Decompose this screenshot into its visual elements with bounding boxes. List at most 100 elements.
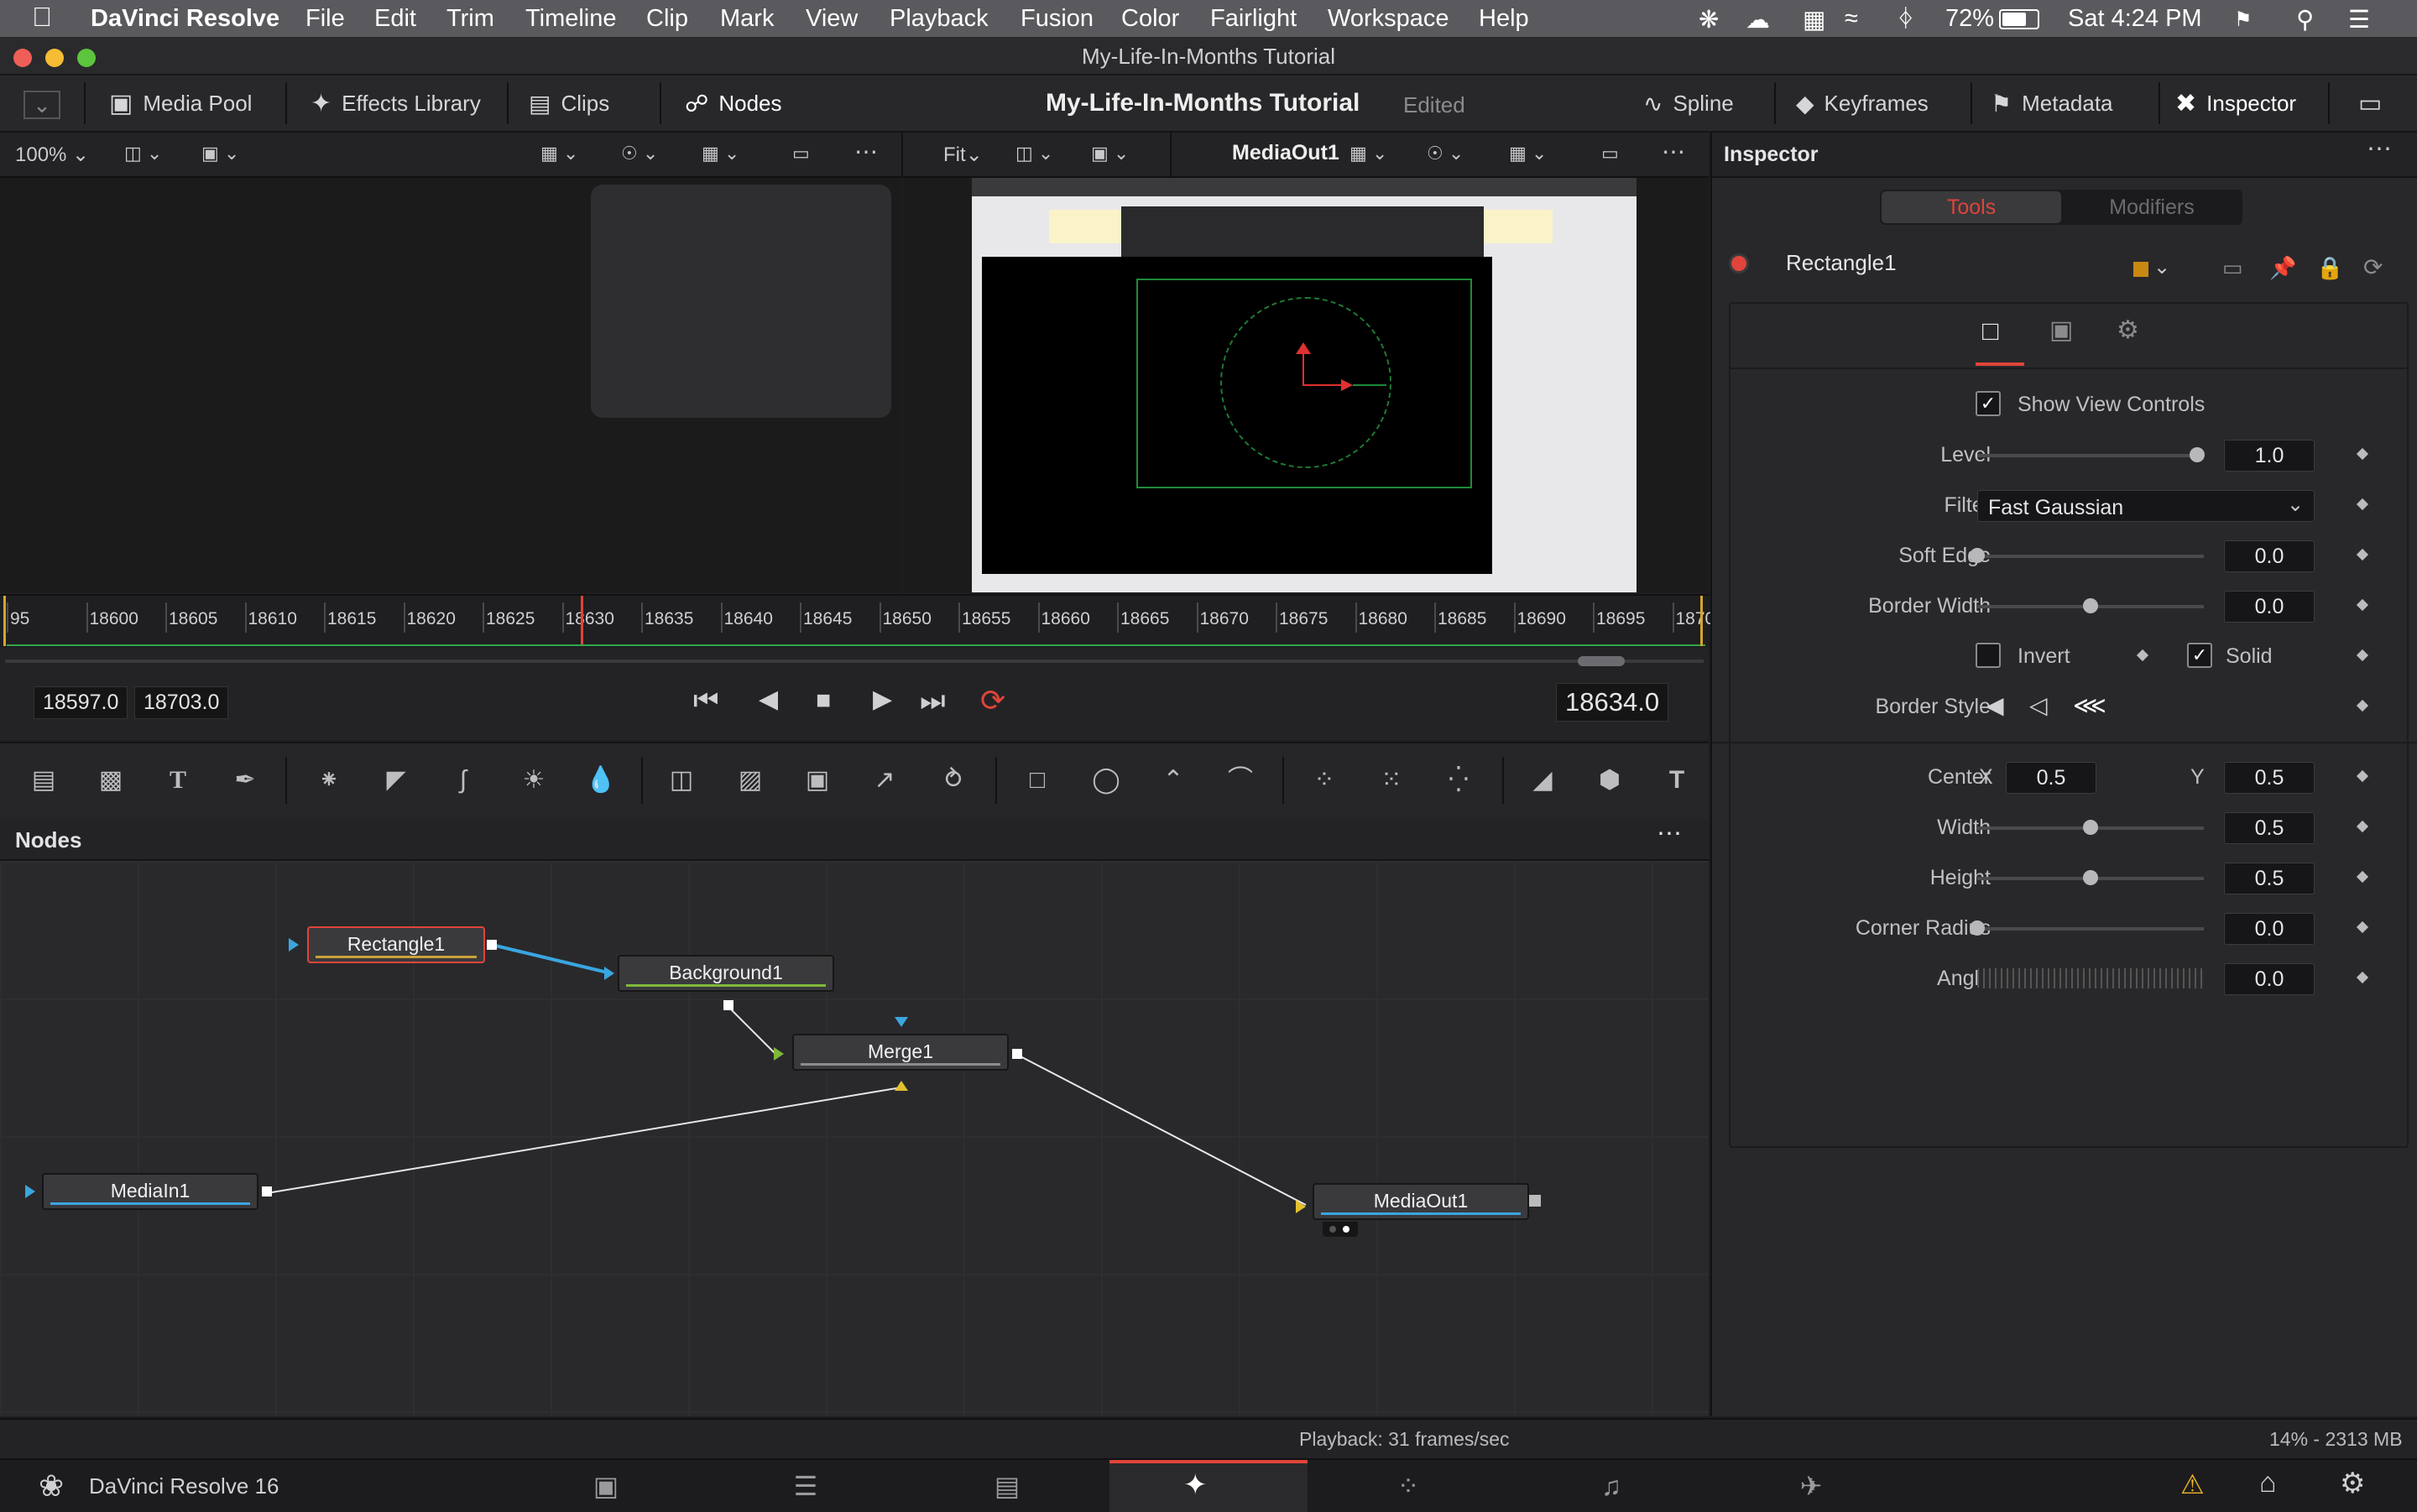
playhead[interactable]	[581, 596, 584, 646]
height-keyframe-icon[interactable]	[2356, 870, 2369, 884]
particle-render-icon[interactable]: ⁙	[1373, 762, 1410, 799]
tab-modifiers[interactable]: Modifiers	[2063, 191, 2241, 223]
border-style-miter-icon[interactable]: ⋘	[2073, 691, 2106, 719]
deliver-page-icon[interactable]: ✈	[1786, 1468, 1836, 1504]
menu-timeline[interactable]: Timeline	[525, 5, 617, 33]
render-end-field[interactable]: 18703.0	[134, 686, 229, 719]
settings-tab-icon[interactable]: ⚙	[2117, 315, 2139, 345]
menu-fusion[interactable]: Fusion	[1021, 5, 1094, 33]
control-center-icon[interactable]: ☰	[2348, 5, 2370, 34]
level-slider-knob[interactable]	[2189, 447, 2205, 462]
scroll-track[interactable]	[5, 660, 1704, 663]
tab-tools[interactable]: Tools	[1882, 191, 2061, 223]
panel-toggle-icon[interactable]: ⌄	[23, 91, 60, 119]
center-keyframe-icon[interactable]	[2356, 769, 2369, 783]
mediaout-input-triangle[interactable]	[1296, 1200, 1306, 1213]
background-mask-input-triangle[interactable]	[604, 967, 614, 980]
node-merge1[interactable]: Merge1	[792, 1034, 1009, 1071]
metadata-button[interactable]: ⚑ Metadata	[1991, 86, 2113, 121]
ellipse-mask-icon[interactable]: ◯	[1088, 762, 1125, 799]
right-color-channel-icon[interactable]: ☉ ⌄	[1427, 143, 1464, 164]
inspector-button[interactable]: ✖ Inspector	[2175, 86, 2296, 121]
right-checker-icon[interactable]: ▦ ⌄	[1349, 143, 1387, 164]
level-field[interactable]: 1.0	[2224, 440, 2315, 472]
angle-thumbwheel[interactable]	[1977, 968, 2204, 988]
border-style-keyframe-icon[interactable]	[2356, 699, 2369, 712]
flag-icon[interactable]: ⚑	[2234, 8, 2253, 32]
range-start-marker[interactable]	[3, 596, 6, 646]
merge-foreground-input-triangle[interactable]	[895, 1081, 908, 1091]
merge-background-input-triangle[interactable]	[774, 1047, 784, 1061]
x-axis-handle[interactable]	[1304, 384, 1341, 386]
merge-tool-icon[interactable]: ▨	[732, 762, 769, 799]
menu-view[interactable]: View	[806, 5, 858, 33]
bspline-mask-icon[interactable]: ⌒	[1222, 762, 1259, 799]
apple-icon[interactable]: 	[32, 2, 52, 33]
particle-style-icon[interactable]: ⁛	[1440, 762, 1477, 799]
loop-icon[interactable]: ⟳	[980, 683, 1005, 718]
go-to-start-icon[interactable]: ⏮	[693, 685, 719, 717]
rectangle-output-port[interactable]	[487, 940, 497, 950]
particles-icon[interactable]: ⁕	[311, 762, 347, 799]
bluetooth-icon[interactable]: ᛄ	[1898, 5, 1913, 33]
width-slider-knob[interactable]	[2083, 820, 2098, 835]
grid-icon[interactable]: ▦ ⌄	[702, 143, 739, 164]
right-viewer[interactable]	[903, 178, 1709, 592]
render-start-field[interactable]: 18597.0	[34, 686, 128, 719]
corner-radius-slider-knob[interactable]	[1970, 920, 1985, 936]
monitor-icon[interactable]: ▭	[2358, 86, 2382, 121]
versions-icon[interactable]: ▭	[2222, 255, 2243, 281]
soft-edge-field[interactable]: 0.0	[2224, 540, 2315, 572]
status-app-icon[interactable]: ❋	[1699, 5, 1719, 34]
solid-checkbox[interactable]: ✓	[2187, 643, 2212, 668]
cut-page-icon[interactable]: ☰	[780, 1468, 831, 1504]
invert-keyframe-icon[interactable]	[2136, 649, 2149, 662]
border-width-slider[interactable]	[1977, 598, 2204, 613]
corner-radius-keyframe-icon[interactable]	[2356, 920, 2369, 934]
invert-checkbox[interactable]	[1976, 643, 2001, 668]
range-end-marker[interactable]	[1700, 596, 1703, 646]
node-editor[interactable]: Rectangle1 Background1 Merge1 MediaIn1 M…	[0, 861, 1709, 1416]
cloud-icon[interactable]: ☁	[1746, 5, 1770, 34]
shape-3d-icon[interactable]: ⬢	[1591, 762, 1628, 799]
go-to-end-icon[interactable]: ⏭	[920, 685, 946, 717]
background-tool-icon[interactable]: ▤	[25, 762, 62, 799]
view-mode-icon[interactable]: ▣ ⌄	[201, 143, 239, 164]
keyframes-button[interactable]: ◆ Keyframes	[1796, 86, 1929, 121]
node-rectangle1[interactable]: Rectangle1	[307, 926, 485, 963]
spotlight-icon[interactable]: ⚲	[2296, 5, 2314, 34]
menu-clip[interactable]: Clip	[646, 5, 688, 33]
layout-icon[interactable]: ◫ ⌄	[124, 143, 162, 164]
right-view-mode-icon[interactable]: ▣ ⌄	[1091, 143, 1129, 164]
menu-mark[interactable]: Mark	[720, 5, 774, 33]
clips-button[interactable]: ▤ Clips	[529, 86, 609, 121]
lock-icon[interactable]: 🔒	[2316, 255, 2343, 281]
right-roi-icon[interactable]: ▭	[1601, 143, 1619, 164]
left-viewer-more-icon[interactable]: ⋯	[854, 138, 878, 165]
menu-playback[interactable]: Playback	[890, 5, 989, 33]
pin-icon[interactable]: 📌	[2269, 255, 2296, 281]
wifi-icon[interactable]: ≈	[1845, 5, 1858, 33]
background-output-port[interactable]	[723, 1000, 733, 1010]
filter-keyframe-icon[interactable]	[2356, 498, 2369, 511]
menu-app-name[interactable]: DaVinci Resolve	[91, 5, 279, 33]
node-background1[interactable]: Background1	[618, 955, 834, 992]
inspector-more-icon[interactable]: ⋯	[2367, 134, 2392, 164]
reset-icon[interactable]: ⟳	[2363, 253, 2383, 281]
height-field[interactable]: 0.5	[2224, 863, 2315, 894]
merge-output-port[interactable]	[1012, 1049, 1022, 1059]
right-viewer-more-icon[interactable]: ⋯	[1662, 138, 1685, 165]
fusion-page-tab[interactable]: ✦	[1109, 1460, 1308, 1512]
tool-enable-toggle[interactable]	[1729, 253, 1749, 274]
current-time-field[interactable]: 18634.0	[1556, 683, 1669, 722]
right-viewer-dot-icon[interactable]	[1343, 1226, 1349, 1233]
color-channel-icon[interactable]: ☉ ⌄	[621, 143, 658, 164]
filter-dropdown[interactable]: Fast Gaussian ⌄	[1977, 490, 2315, 522]
warning-icon[interactable]: ⚠	[2180, 1468, 2205, 1500]
transform-tool-icon[interactable]: ⥁	[935, 762, 972, 799]
menu-fairlight[interactable]: Fairlight	[1210, 5, 1297, 33]
particle-emitter-icon[interactable]: ⁘	[1306, 762, 1343, 799]
media-page-icon[interactable]: ▣	[581, 1468, 631, 1504]
rectangle-mask-icon[interactable]: □	[1019, 762, 1056, 799]
tool-color-swatch[interactable]	[2133, 262, 2148, 277]
